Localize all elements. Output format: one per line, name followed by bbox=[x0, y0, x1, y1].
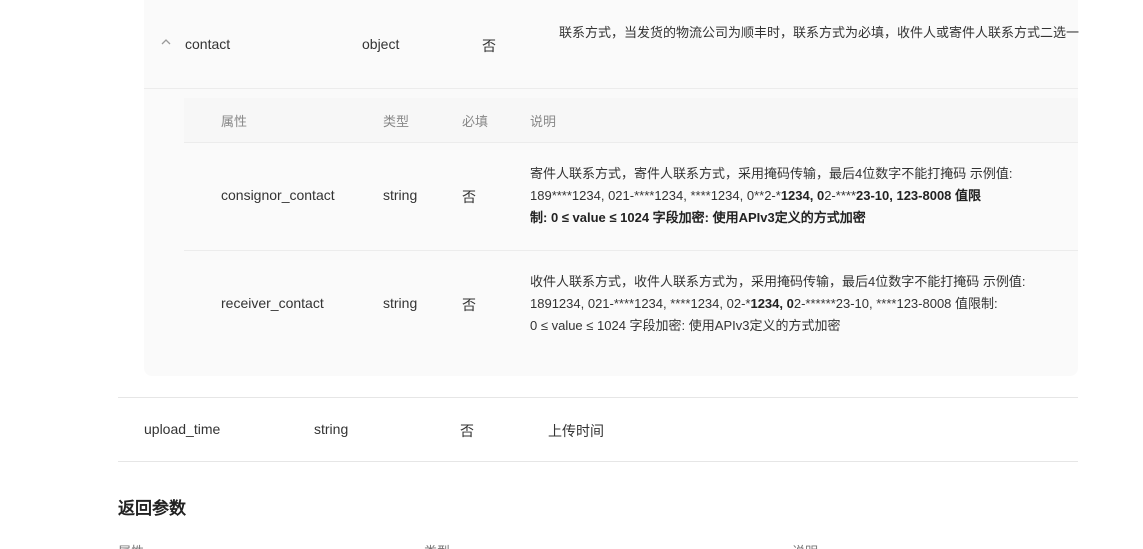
param-description: 寄件人联系方式，寄件人联系方式，采用掩码传输，最后4位数字不能打掩码 示例值: … bbox=[530, 163, 1080, 229]
desc-text: 2-******23-10, ****123-8008 值限制: bbox=[793, 296, 998, 311]
param-required: 否 bbox=[462, 297, 476, 313]
desc-line: 0 ≤ value ≤ 1024 字段加密: 使用APIv3定义的方式加密 bbox=[530, 318, 841, 333]
header-type: 类型 bbox=[424, 541, 450, 549]
param-description: 收件人联系方式，收件人联系方式为，采用掩码传输，最后4位数字不能打掩码 示例值:… bbox=[530, 271, 1080, 337]
param-type: string bbox=[383, 187, 418, 203]
param-row-upload-time: upload_time string 否 上传时间 bbox=[118, 397, 1078, 462]
api-doc-page: contact object 否 联系方式，当发货的物流公司为顺丰时，联系方式为… bbox=[0, 0, 1143, 549]
header-required: 必填 bbox=[462, 114, 489, 129]
param-name: receiver_contact bbox=[221, 295, 324, 311]
param-name: upload_time bbox=[144, 421, 221, 437]
desc-bold-text: 1234, 0 bbox=[780, 188, 825, 203]
desc-line: 寄件人联系方式，寄件人联系方式，采用掩码传输，最后4位数字不能打掩码 示例值: bbox=[530, 166, 1013, 181]
param-type: string bbox=[383, 295, 418, 311]
param-type: object bbox=[362, 36, 400, 52]
desc-bold-text: 1234, 0 bbox=[750, 296, 794, 311]
desc-bold-text: 23-10, 123-8008 值限 bbox=[856, 188, 982, 203]
header-type: 类型 bbox=[383, 114, 410, 129]
param-type: string bbox=[314, 421, 349, 437]
desc-line: 189****1234, 021-****1234, ****1234, 0**… bbox=[530, 185, 1080, 207]
param-description: 上传时间 bbox=[548, 423, 604, 439]
desc-line: 制: 0 ≤ value ≤ 1024 字段加密: 使用APIv3定义的方式加密 bbox=[530, 207, 1080, 229]
nested-table-header: 属性 类型 必填 说明 bbox=[184, 98, 1078, 143]
param-required: 否 bbox=[462, 189, 476, 205]
table-row: receiver_contact string 否 收件人联系方式，收件人联系方… bbox=[184, 251, 1078, 358]
chevron-up-icon[interactable] bbox=[160, 36, 174, 50]
nested-param-table: 属性 类型 必填 说明 consignor_contact string 否 寄… bbox=[184, 98, 1078, 358]
header-name: 属性 bbox=[118, 541, 144, 549]
desc-line: 收件人联系方式，收件人联系方式为，采用掩码传输，最后4位数字不能打掩码 示例值: bbox=[530, 274, 1026, 289]
desc-text: 189****1234, 021-****1234, ****1234, 0**… bbox=[530, 188, 781, 203]
header-name: 属性 bbox=[221, 114, 248, 129]
desc-line: 1891234, 021-****1234, ****1234, 02-*123… bbox=[530, 293, 1080, 315]
header-description: 说明 bbox=[792, 541, 818, 549]
param-description: 联系方式，当发货的物流公司为顺丰时，联系方式为必填，收件人或寄件人联系方式二选一 bbox=[559, 25, 1080, 40]
return-params-heading: 返回参数 bbox=[118, 499, 186, 518]
param-name: contact bbox=[185, 36, 231, 52]
param-row-contact[interactable]: contact object 否 联系方式，当发货的物流公司为顺丰时，联系方式为… bbox=[144, 0, 1080, 89]
table-row: consignor_contact string 否 寄件人联系方式，寄件人联系… bbox=[184, 143, 1078, 251]
param-required: 否 bbox=[460, 423, 474, 439]
desc-text: 2-**** bbox=[824, 188, 856, 203]
param-required: 否 bbox=[482, 38, 496, 54]
param-name: consignor_contact bbox=[221, 187, 335, 203]
desc-text: 1891234, 021-****1234, ****1234, 02-* bbox=[530, 296, 751, 311]
header-description: 说明 bbox=[530, 114, 557, 129]
contact-expanded-panel: contact object 否 联系方式，当发货的物流公司为顺丰时，联系方式为… bbox=[144, 0, 1080, 376]
desc-bold-text: 制: 0 ≤ value ≤ 1024 字段加密: 使用APIv3定义的方式加密 bbox=[530, 210, 866, 225]
return-table-header-partial: 属性 类型 说明 bbox=[118, 541, 1078, 549]
